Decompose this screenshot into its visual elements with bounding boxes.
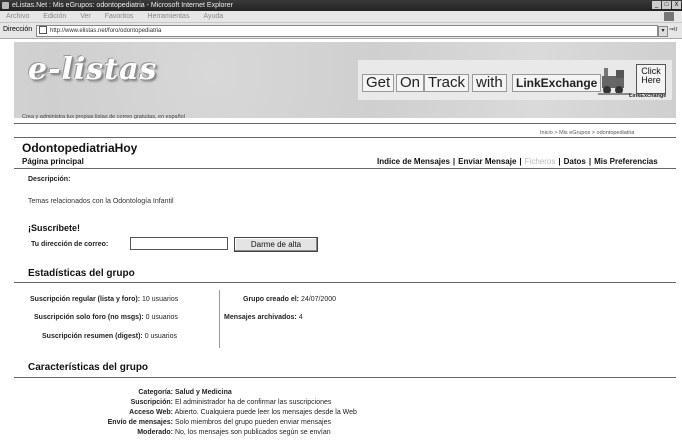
- nav-mis-preferencias[interactable]: Mis Preferencias: [594, 157, 658, 166]
- stat-digest-value: 0 usuarios: [144, 333, 177, 340]
- window-title: eListas.Net : Mis eGrupos: odontopediatr…: [12, 2, 233, 9]
- email-field[interactable]: [130, 237, 228, 250]
- menu-herramientas[interactable]: Herramientas: [147, 13, 189, 20]
- site-banner: e-listas Crea y administra tus propias l…: [14, 42, 676, 120]
- feature-value: Abierto. Cualquiera puede leer los mensa…: [174, 409, 357, 416]
- ad-word-on: On: [396, 74, 425, 92]
- breadcrumb[interactable]: Inicio > Mis eGrupos > odontopediatria: [540, 130, 634, 136]
- stat-foro-label: Suscripción solo foro (no msgs):: [34, 314, 144, 321]
- menu-bar: Archivo Edición Ver Favoritos Herramient…: [0, 11, 682, 23]
- nav-indice-mensajes[interactable]: Indice de Mensajes: [377, 157, 450, 166]
- feature-row-envio: Envío de mensajes: Solo miembros del gru…: [5, 419, 331, 426]
- stats-title: Estadísticas del grupo: [28, 268, 135, 279]
- page-icon: [39, 26, 47, 35]
- group-title: OdontopediatriaHoy: [22, 141, 138, 155]
- ad-word-with: with: [472, 74, 507, 92]
- stat-digest-label: Suscripción resumen (digest):: [42, 333, 143, 340]
- feature-row-suscripcion: Suscripción: El administrador ha de conf…: [5, 399, 332, 406]
- features-title: Características del grupo: [28, 362, 149, 373]
- go-button[interactable]: ⇒Ir: [669, 26, 678, 33]
- site-tagline: Crea y administra tus propias listas de …: [22, 114, 185, 120]
- nav-ficheros: Ficheros: [524, 157, 556, 166]
- stat-foro-value: 0 usuarios: [145, 314, 178, 321]
- address-label: Dirección: [3, 26, 33, 33]
- feature-row-acceso-web: Acceso Web: Abierto. Cualquiera puede le…: [5, 409, 357, 416]
- ad-footer: LinkExchange: [629, 93, 667, 99]
- description-label: Descripción:: [28, 176, 71, 183]
- subscribe-button[interactable]: Darme de alta: [234, 237, 318, 252]
- menu-archivo[interactable]: Archivo: [6, 13, 29, 20]
- stat-regular: Suscripción regular (lista y foro): 10 u…: [30, 296, 178, 303]
- feature-key: Acceso Web:: [129, 409, 173, 416]
- stat-digest: Suscripción resumen (digest): 0 usuarios: [42, 333, 177, 340]
- banner-divider: [14, 123, 676, 124]
- stat-regular-value: 10 usuarios: [142, 296, 179, 303]
- ad-banner[interactable]: Get On Track with LinkExchange Click Her…: [358, 60, 672, 100]
- stat-archived: Mensajes archivados: 4: [224, 314, 303, 321]
- description-text: Temas relacionados con la Odontología In…: [28, 198, 174, 205]
- ad-word-get: Get: [362, 74, 395, 92]
- nav-enviar-mensaje[interactable]: Enviar Mensaje: [458, 157, 516, 166]
- feature-key: Suscripción:: [130, 399, 173, 406]
- address-dropdown-icon[interactable]: ▾: [658, 26, 668, 37]
- menu-ayuda[interactable]: Ayuda: [203, 13, 223, 20]
- title-divider: [14, 137, 676, 138]
- stats-divider: [14, 282, 676, 283]
- train-icon: [598, 68, 632, 95]
- close-button[interactable]: X: [672, 1, 681, 9]
- feature-key: Moderado:: [137, 429, 173, 436]
- stat-archived-label: Mensajes archivados:: [224, 314, 297, 321]
- group-nav: Indice de Mensajes | Enviar Mensaje | Ficher…: [377, 157, 658, 166]
- ad-click-here-button[interactable]: Click Here: [636, 64, 666, 94]
- address-url: http://www.elistas.net/foro/odontopediat…: [50, 28, 162, 34]
- feature-key: Envío de mensajes:: [107, 419, 173, 426]
- window-controls: _ □ X: [652, 1, 681, 9]
- ad-word-track: Track: [424, 74, 469, 92]
- subscribe-title: ¡Suscríbete!: [28, 223, 81, 233]
- ie-icon: [2, 2, 9, 9]
- email-label: Tu dirección de correo:: [31, 241, 109, 248]
- feature-value: No, los mensajes son publicados según se…: [174, 429, 331, 436]
- minimize-button[interactable]: _: [652, 1, 661, 9]
- feature-row-categoria: Categoría: Salud y Medicina: [5, 389, 232, 396]
- stat-created: Grupo creado el: 24/07/2000: [243, 296, 336, 303]
- nav-datos[interactable]: Datos: [564, 157, 586, 166]
- stat-created-value: 24/07/2000: [300, 296, 337, 303]
- page-label: Página principal: [22, 157, 84, 166]
- feature-value: Solo miembros del grupo pueden enviar me…: [174, 419, 331, 426]
- menu-favoritos[interactable]: Favoritos: [105, 13, 134, 20]
- features-divider: [14, 377, 676, 378]
- stat-regular-label: Suscripción regular (lista y foro):: [30, 296, 141, 303]
- feature-value: Salud y Medicina: [174, 389, 232, 396]
- address-bar: Dirección http://www.elistas.net/foro/od…: [0, 23, 682, 39]
- address-input[interactable]: http://www.elistas.net/foro/odontopediat…: [36, 25, 658, 37]
- windows-logo-icon: [664, 12, 674, 21]
- nav-divider: [14, 168, 676, 169]
- window-titlebar: eListas.Net : Mis eGrupos: odontopediatr…: [0, 0, 682, 11]
- stat-archived-value: 4: [298, 314, 303, 321]
- feature-key: Categoría:: [138, 389, 173, 396]
- feature-row-moderado: Moderado: No, los mensajes son publicado…: [5, 429, 331, 436]
- stat-foro: Suscripción solo foro (no msgs): 0 usuar…: [34, 314, 178, 321]
- maximize-button[interactable]: □: [662, 1, 671, 9]
- elistas-logo[interactable]: e-listas: [28, 52, 157, 87]
- menu-ver[interactable]: Ver: [80, 13, 91, 20]
- ad-brand: LinkExchange: [512, 74, 602, 92]
- stat-created-label: Grupo creado el:: [243, 296, 300, 303]
- stats-column-divider: [219, 290, 220, 348]
- feature-value: El administrador ha de confirmar las sus…: [174, 399, 332, 406]
- menu-edicion[interactable]: Edición: [43, 13, 66, 20]
